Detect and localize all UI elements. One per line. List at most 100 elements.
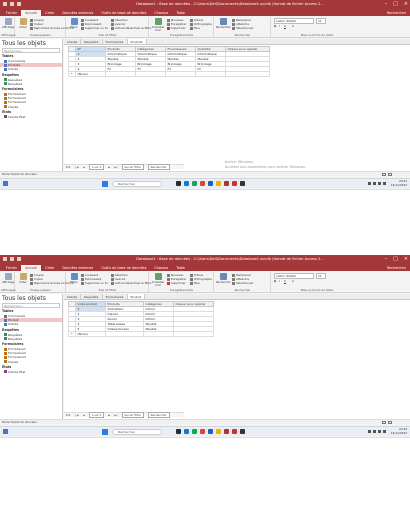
save-icon[interactable] <box>3 2 7 6</box>
table-row[interactable]: * (Nouv.) <box>68 71 270 77</box>
file-explorer-icon[interactable] <box>216 429 221 434</box>
chrome-icon[interactable] <box>192 429 197 434</box>
font-select[interactable]: Calibri (Détail) <box>274 273 314 279</box>
next-record-button[interactable]: ► <box>108 413 110 417</box>
select-button[interactable]: Sélectionner <box>232 26 254 30</box>
paste-button[interactable]: Coller <box>17 273 29 284</box>
bold-button[interactable]: G <box>274 24 276 28</box>
record-search-input[interactable]: Rechercher <box>147 412 170 418</box>
nav-pane-title[interactable]: Tous les objets <box>0 39 62 48</box>
document-tab[interactable]: Requête1 <box>81 294 103 299</box>
speaker-icon[interactable] <box>378 182 381 185</box>
font-color-button[interactable]: A <box>292 279 294 283</box>
document-tab[interactable]: Requête1 <box>81 39 103 44</box>
minimize-icon[interactable]: – <box>385 0 388 9</box>
powerpoint-icon[interactable] <box>232 181 237 186</box>
bold-button[interactable]: G <box>274 279 276 283</box>
save-icon[interactable] <box>3 257 7 261</box>
find-button[interactable]: Rechercher <box>216 273 231 284</box>
italic-button[interactable]: I <box>279 279 280 283</box>
table-cell[interactable] <box>164 71 196 77</box>
file-explorer-icon[interactable] <box>216 181 221 186</box>
task-view-icon[interactable] <box>176 429 181 434</box>
document-tab[interactable]: Formulaire1 <box>103 294 128 299</box>
table-cell[interactable] <box>134 71 166 77</box>
more-button[interactable]: Plus <box>190 281 200 285</box>
record-position-input[interactable]: 1 sur 5 <box>88 412 105 418</box>
undo-icon[interactable] <box>10 257 14 261</box>
delete-record-button[interactable]: Supprimer <box>167 281 186 285</box>
table-cell[interactable] <box>194 71 226 77</box>
app-icon[interactable] <box>240 181 245 186</box>
more-button[interactable]: Plus <box>190 26 200 30</box>
table-row[interactable]: * (Nouv.) <box>68 331 214 337</box>
prev-record-button[interactable]: ◄ <box>82 413 84 417</box>
table-cell[interactable] <box>224 71 270 77</box>
nav-item[interactable]: Clients État <box>0 370 62 374</box>
weather-icon[interactable] <box>3 429 8 434</box>
filter-button[interactable]: Filtrer <box>68 273 80 284</box>
toggle-filter-button[interactable]: Activer/désactiver le filtre <box>111 281 151 285</box>
access-icon[interactable] <box>224 429 229 434</box>
edge-icon[interactable] <box>184 181 189 186</box>
clock[interactable]: 20:41 14/11/2023 <box>391 179 407 187</box>
font-color-button[interactable]: A <box>292 24 294 28</box>
underline-button[interactable]: S <box>284 279 286 283</box>
last-record-button[interactable]: ►| <box>114 165 117 169</box>
font-size-select[interactable]: 11 <box>316 273 326 279</box>
refresh-all-button[interactable]: Actualiser tout <box>151 18 165 32</box>
view-button[interactable]: Affichage <box>2 18 14 29</box>
filter-indicator[interactable]: Aucun filtre <box>121 164 144 170</box>
app-icon[interactable] <box>240 429 245 434</box>
delete-record-button[interactable]: Supprimer <box>167 26 186 30</box>
redo-icon[interactable] <box>17 257 21 261</box>
chevron-up-icon[interactable] <box>368 430 371 433</box>
table-cell[interactable]: (Nouv.) <box>74 331 106 337</box>
document-tab[interactable]: Produit <box>127 294 146 299</box>
maximize-icon[interactable]: □ <box>393 0 398 9</box>
filter-button[interactable]: Filtrer <box>68 18 80 29</box>
record-position-input[interactable]: 1 sur 4 <box>88 164 105 170</box>
wifi-icon[interactable] <box>373 430 376 433</box>
table-cell[interactable] <box>172 331 214 337</box>
access-icon[interactable] <box>224 181 229 186</box>
font-select[interactable]: Calibri (Détail) <box>274 18 314 24</box>
redo-icon[interactable] <box>17 2 21 6</box>
word-icon[interactable] <box>208 429 213 434</box>
office-icon[interactable] <box>200 429 205 434</box>
office-icon[interactable] <box>200 181 205 186</box>
datasheet-view-icon[interactable] <box>382 172 386 176</box>
chrome-icon[interactable] <box>192 181 197 186</box>
first-record-button[interactable]: |◄ <box>75 165 78 169</box>
document-tab[interactable]: Formulaire1 <box>103 39 128 44</box>
refresh-all-button[interactable]: Actualiser tout <box>151 273 165 287</box>
windows-start-icon[interactable] <box>102 429 108 435</box>
document-tab[interactable]: Clients <box>64 39 82 44</box>
nav-pane-title[interactable]: Tous les objets <box>0 294 62 303</box>
powerpoint-icon[interactable] <box>232 429 237 434</box>
edge-icon[interactable] <box>184 429 189 434</box>
chevron-up-icon[interactable] <box>368 182 371 185</box>
minimize-icon[interactable]: – <box>385 255 388 264</box>
last-record-button[interactable]: ►| <box>114 413 117 417</box>
close-icon[interactable]: × <box>404 0 408 9</box>
toggle-filter-button[interactable]: Activer/désactiver le filtre <box>111 26 151 30</box>
remove-sort-button[interactable]: Supprimer un tri <box>81 26 108 30</box>
document-tab[interactable]: Clients <box>64 294 82 299</box>
design-view-icon[interactable] <box>388 172 392 176</box>
design-view-icon[interactable] <box>388 420 392 424</box>
document-tab[interactable]: Produits <box>127 39 147 44</box>
wifi-icon[interactable] <box>373 182 376 185</box>
weather-icon[interactable] <box>3 181 8 186</box>
first-record-button[interactable]: |◄ <box>75 413 78 417</box>
taskbar-search-input[interactable]: Rechercher <box>112 181 162 187</box>
view-button[interactable]: Affichage <box>2 273 14 284</box>
task-view-icon[interactable] <box>176 181 181 186</box>
windows-start-icon[interactable] <box>102 181 108 187</box>
nav-item[interactable]: Clients État <box>0 115 62 119</box>
table-cell[interactable] <box>104 331 144 337</box>
italic-button[interactable]: I <box>279 24 280 28</box>
table-cell[interactable] <box>142 331 174 337</box>
close-icon[interactable]: × <box>404 255 408 264</box>
maximize-icon[interactable]: □ <box>393 255 398 264</box>
